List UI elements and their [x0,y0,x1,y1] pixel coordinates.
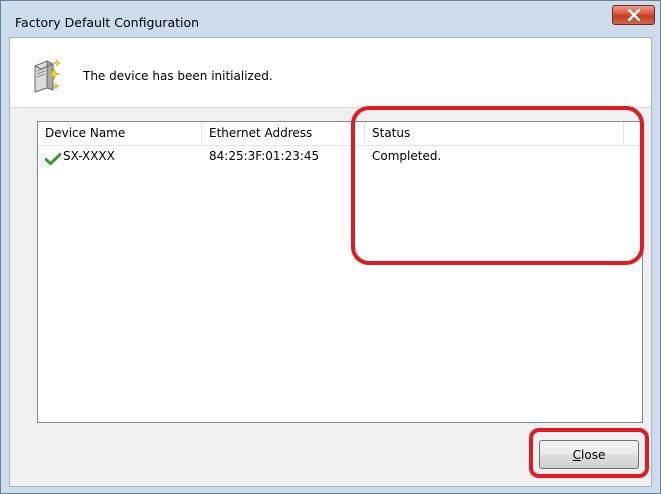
column-header-ethernet-address[interactable]: Ethernet Address [202,122,364,145]
info-banner: The device has been initialized. [10,38,651,108]
close-button-highlight-annotation [529,428,649,478]
window-title: Factory Default Configuration [15,15,200,30]
device-sparkle-icon [32,57,62,93]
cell-device-name: SX-XXXX [63,149,115,163]
window-close-icon[interactable] [612,5,655,25]
column-header-device-name[interactable]: Device Name [38,122,201,145]
status-highlight-annotation [351,106,644,265]
banner-message: The device has been initialized. [83,69,273,83]
title-bar[interactable]: Factory Default Configuration [1,1,660,37]
green-check-icon [44,150,62,165]
cell-ethernet-address: 84:25:3F:01:23:45 [209,149,320,163]
